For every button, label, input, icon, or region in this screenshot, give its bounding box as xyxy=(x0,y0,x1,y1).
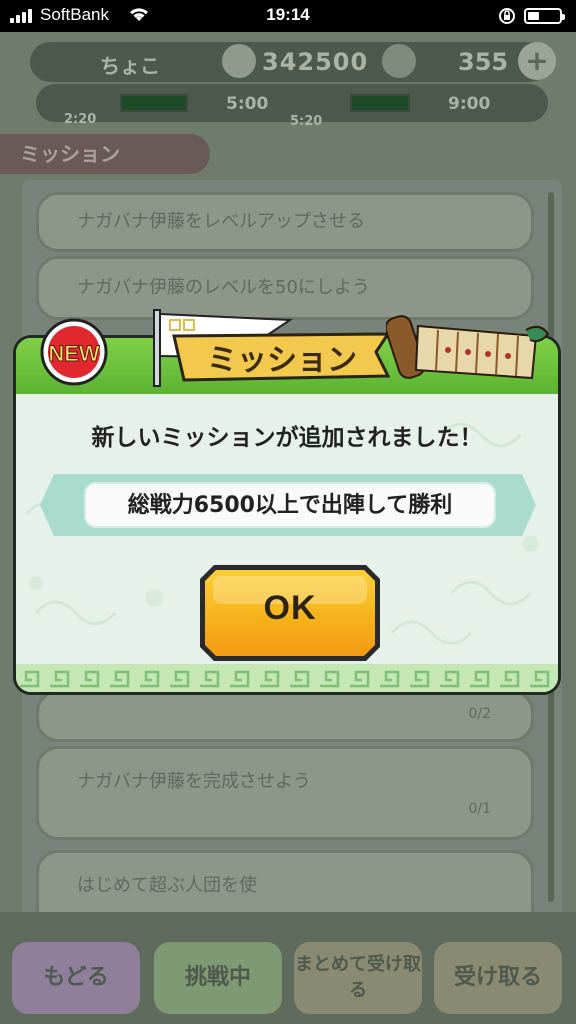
list-item-label: ナガバナ伊藤を完成させよう xyxy=(77,771,311,792)
list-item-label: ナガバナ伊藤をレベルアップさせる xyxy=(77,211,365,232)
timer-right: 9:00 xyxy=(448,94,491,114)
timer-under-mid: 5:20 xyxy=(290,114,323,129)
gem-count: 355 xyxy=(458,48,509,76)
ok-button-label: OK xyxy=(263,589,317,627)
stamina-gauge xyxy=(120,94,188,112)
battery-icon xyxy=(524,8,565,24)
energy-gauge xyxy=(350,94,410,112)
list-item-label: ナガバナ伊藤のレベルを50にしよう xyxy=(77,277,370,298)
progress-label: 0/1 xyxy=(468,801,491,817)
timer-left: 5:00 xyxy=(226,94,269,114)
timer-under-left: 2:20 xyxy=(64,112,97,127)
receive-button[interactable]: 受け取る xyxy=(434,942,562,1014)
ok-button[interactable]: OK xyxy=(200,565,380,661)
mission-title-banner: ミッション xyxy=(153,309,391,387)
player-name: ちょこ xyxy=(100,54,160,78)
greek-key-border xyxy=(20,670,550,688)
list-item[interactable]: ナガバナ伊藤をレベルアップさせる xyxy=(36,192,534,252)
money-count: 342500 xyxy=(262,48,369,76)
gem-icon xyxy=(382,44,416,78)
list-item-label: はじめて超ぶ人団を使 xyxy=(77,875,257,896)
dialog-footer xyxy=(16,664,558,692)
scroll-icon xyxy=(386,315,550,380)
footer-bar: もどる 挑戦中 まとめて受け取る 受け取る xyxy=(0,912,576,1024)
rotation-lock-icon xyxy=(497,6,517,31)
mission-text: 総戦力6500以上で出陣して勝利 xyxy=(84,482,496,528)
dialog-message: 新しいミッションが追加されました！ xyxy=(91,425,483,451)
add-gems-button[interactable]: + xyxy=(518,42,556,80)
mission-tab[interactable]: ミッション xyxy=(0,134,210,174)
back-button[interactable]: もどる xyxy=(12,942,140,1014)
list-item[interactable]: ナガバナ伊藤を完成させよう 0/1 xyxy=(36,746,534,840)
new-mission-dialog: 新しいミッションが追加されました！ 総戦力6500以上で出陣して勝利 OK xyxy=(13,335,561,695)
coin-icon xyxy=(222,44,256,78)
new-badge-icon: NEW xyxy=(40,318,108,386)
receive-all-button[interactable]: まとめて受け取る xyxy=(294,942,422,1014)
dialog-title: ミッション xyxy=(207,343,357,378)
clock: 19:14 xyxy=(266,5,310,24)
new-badge-text: NEW xyxy=(48,341,100,366)
in-progress-button[interactable]: 挑戦中 xyxy=(154,942,282,1014)
progress-label: 0/2 xyxy=(468,706,491,722)
list-item[interactable]: 0/2 xyxy=(36,690,534,742)
status-bar: SoftBank 19:14 xyxy=(0,0,576,32)
